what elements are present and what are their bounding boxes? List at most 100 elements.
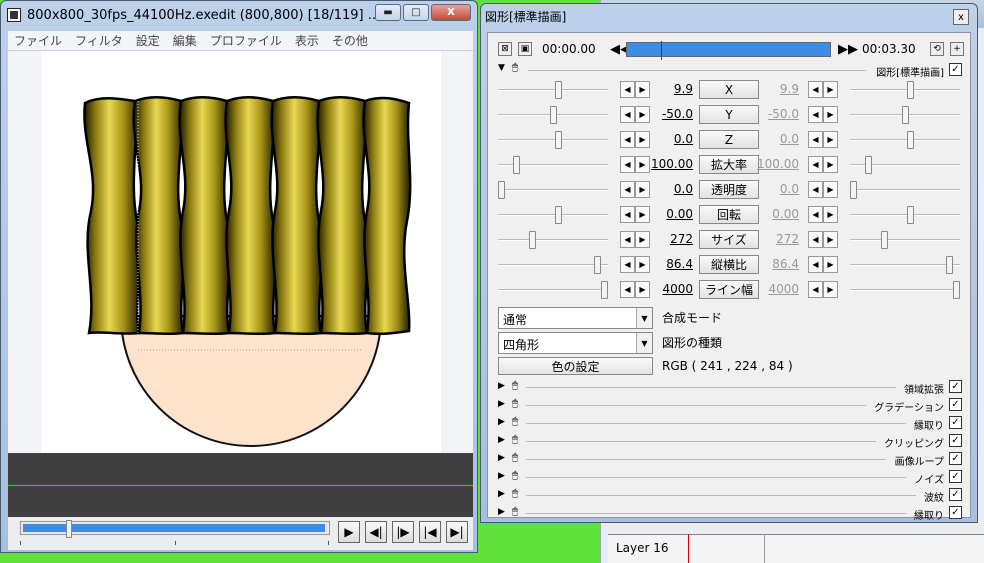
slider-knob[interactable]: [555, 81, 562, 99]
param-value-start[interactable]: 100.00: [638, 157, 693, 171]
param-value-end[interactable]: 0.0: [744, 132, 799, 146]
filter-enable-checkbox[interactable]: ✓: [949, 488, 962, 501]
param-slider-right[interactable]: [850, 281, 960, 299]
slider-knob[interactable]: [529, 231, 536, 249]
timeline-layer-row[interactable]: Layer 16: [608, 534, 984, 563]
slider-knob[interactable]: [850, 181, 857, 199]
filter-row[interactable]: ▶ 🖱 縁取り ✓: [498, 415, 966, 433]
param-slider-left[interactable]: [498, 131, 608, 149]
slider-knob[interactable]: [513, 156, 520, 174]
maximize-button[interactable]: □: [403, 4, 429, 21]
param-value-start[interactable]: 0.0: [638, 132, 693, 146]
param-slider-right[interactable]: [850, 156, 960, 174]
param-slider-right[interactable]: [850, 256, 960, 274]
close-button[interactable]: X: [431, 4, 471, 21]
arrow-left-icon[interactable]: ◀: [808, 206, 823, 223]
blend-mode-select[interactable]: 通常 ▼: [498, 307, 653, 329]
slider-knob[interactable]: [555, 206, 562, 224]
param-value-end[interactable]: -50.0: [744, 107, 799, 121]
play-button[interactable]: ▶: [338, 521, 360, 543]
shape-type-select[interactable]: 四角形 ▼: [498, 332, 653, 354]
param-slider-left[interactable]: [498, 231, 608, 249]
filter-enable-checkbox[interactable]: ✓: [949, 452, 962, 465]
arrow-right-icon[interactable]: ▶: [823, 106, 838, 123]
arrow-left-icon[interactable]: ◀: [620, 81, 635, 98]
arrow-left-icon[interactable]: ◀: [620, 206, 635, 223]
add-filter-icon[interactable]: +: [950, 42, 964, 56]
param-slider-right[interactable]: [850, 181, 960, 199]
param-value-end[interactable]: 4000: [744, 282, 799, 296]
color-settings-button[interactable]: 色の設定: [498, 357, 653, 375]
param-slider-right[interactable]: [850, 81, 960, 99]
slider-knob[interactable]: [498, 181, 505, 199]
param-slider-left[interactable]: [498, 281, 608, 299]
param-stepper-right[interactable]: ◀ ▶: [808, 206, 838, 223]
slider-knob[interactable]: [946, 256, 953, 274]
object-timeline-bar[interactable]: [626, 41, 831, 60]
arrow-right-icon[interactable]: ▶: [823, 81, 838, 98]
filter-enable-checkbox[interactable]: ✓: [949, 380, 962, 393]
slider-knob[interactable]: [953, 281, 960, 299]
param-slider-left[interactable]: [498, 106, 608, 124]
first-frame-button[interactable]: |◀: [419, 521, 441, 543]
arrow-left-icon[interactable]: ◀: [620, 156, 635, 173]
param-slider-right[interactable]: [850, 106, 960, 124]
param-value-start[interactable]: 86.4: [638, 257, 693, 271]
expand-triangle-icon[interactable]: ▶: [498, 417, 505, 427]
menu-settings[interactable]: 設定: [136, 32, 160, 49]
menu-profile[interactable]: プロファイル: [210, 32, 282, 49]
arrow-right-icon[interactable]: ▶: [823, 131, 838, 148]
menu-view[interactable]: 表示: [295, 32, 319, 49]
param-value-start[interactable]: 4000: [638, 282, 693, 296]
slider-knob[interactable]: [594, 256, 601, 274]
filter-enable-checkbox[interactable]: ✓: [949, 416, 962, 429]
arrow-right-icon[interactable]: ▶: [823, 181, 838, 198]
next-frame-button[interactable]: |▶: [392, 521, 414, 543]
arrow-left-icon[interactable]: ◀: [620, 106, 635, 123]
slider-knob[interactable]: [601, 281, 608, 299]
param-value-end[interactable]: 0.00: [744, 207, 799, 221]
last-frame-button[interactable]: ▶|: [446, 521, 468, 543]
seek-bar-thumb[interactable]: [66, 520, 72, 538]
arrow-right-icon[interactable]: ▶: [823, 256, 838, 273]
section-enable-checkbox[interactable]: ✓: [949, 63, 962, 76]
settings-close-button[interactable]: x: [953, 9, 969, 25]
arrow-left-icon[interactable]: ◀: [620, 181, 635, 198]
filter-row[interactable]: ▶ 🖱 領域拡張 ✓: [498, 379, 966, 397]
arrow-left-icon[interactable]: ◀: [620, 131, 635, 148]
arrow-left-icon[interactable]: ◀: [620, 281, 635, 298]
slider-knob[interactable]: [550, 106, 557, 124]
param-slider-left[interactable]: [498, 206, 608, 224]
arrow-left-icon[interactable]: ◀: [620, 231, 635, 248]
filter-row[interactable]: ▶ 🖱 グラデーション ✓: [498, 397, 966, 415]
param-stepper-right[interactable]: ◀ ▶: [808, 156, 838, 173]
param-slider-right[interactable]: [850, 131, 960, 149]
preview-canvas[interactable]: [41, 51, 441, 453]
arrow-left-icon[interactable]: ◀: [620, 256, 635, 273]
arrow-left-icon[interactable]: ◀: [808, 131, 823, 148]
param-value-end[interactable]: 0.0: [744, 182, 799, 196]
arrow-left-icon[interactable]: ◀: [808, 281, 823, 298]
arrow-left-icon[interactable]: ◀: [808, 106, 823, 123]
minimize-button[interactable]: ▬: [375, 4, 401, 21]
filter-enable-checkbox[interactable]: ✓: [949, 470, 962, 483]
seek-bar[interactable]: [20, 520, 330, 538]
reset-icon[interactable]: ⟲: [930, 42, 944, 56]
prev-frame-button[interactable]: ◀|: [365, 521, 387, 543]
slider-knob[interactable]: [907, 131, 914, 149]
filter-enable-checkbox[interactable]: ✓: [949, 506, 962, 519]
param-stepper-right[interactable]: ◀ ▶: [808, 281, 838, 298]
expand-triangle-icon[interactable]: ▶: [498, 435, 505, 445]
param-stepper-right[interactable]: ◀ ▶: [808, 181, 838, 198]
filter-row[interactable]: ▶ 🖱 波紋 ✓: [498, 487, 966, 505]
param-slider-right[interactable]: [850, 231, 960, 249]
filter-row[interactable]: ▶ 🖱 画像ループ ✓: [498, 451, 966, 469]
filter-row[interactable]: ▶ 🖱 縁取り ✓: [498, 505, 966, 523]
camera-icon[interactable]: ⊠: [498, 42, 512, 56]
arrow-right-icon[interactable]: ▶: [823, 281, 838, 298]
arrow-right-icon[interactable]: ▶: [823, 231, 838, 248]
filter-row[interactable]: ▶ 🖱 クリッピング ✓: [498, 433, 966, 451]
arrow-left-icon[interactable]: ◀: [808, 156, 823, 173]
param-value-start[interactable]: 0.0: [638, 182, 693, 196]
param-value-start[interactable]: 272: [638, 232, 693, 246]
